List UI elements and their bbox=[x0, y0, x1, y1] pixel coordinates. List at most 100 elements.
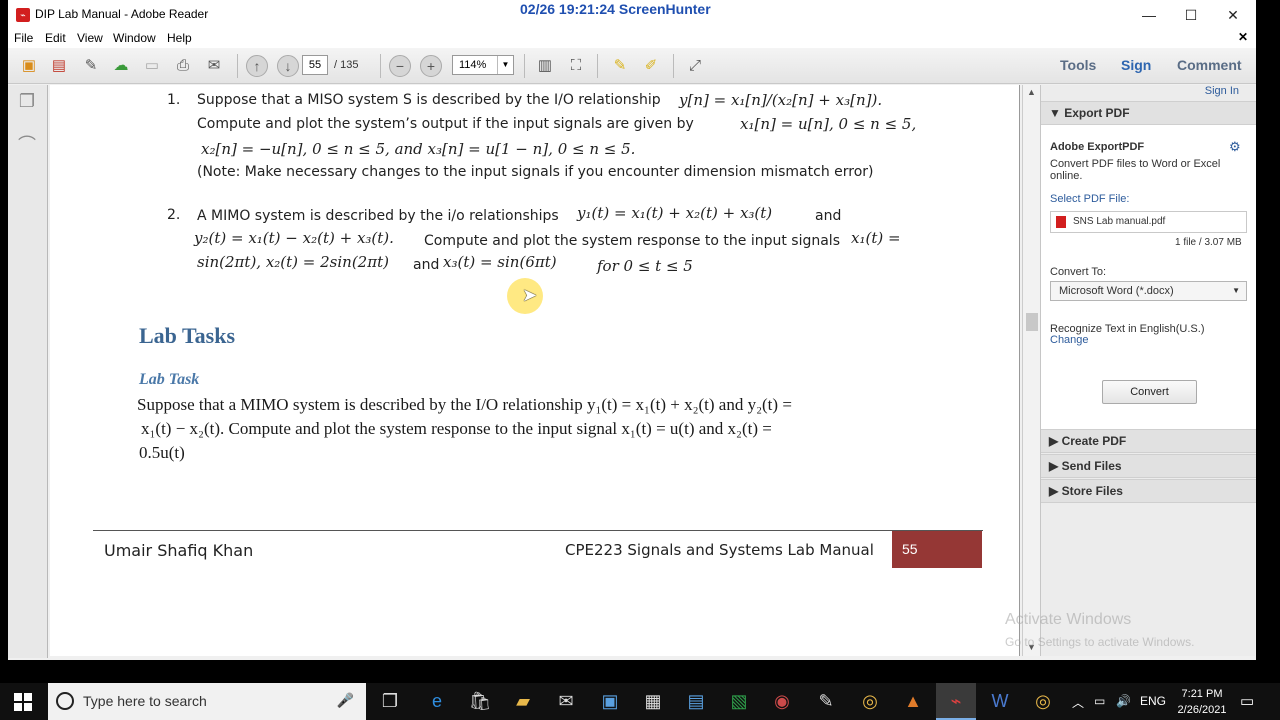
attachments-icon[interactable]: ⌒ bbox=[17, 131, 37, 155]
document-scrollbar[interactable]: ▲ ▼ bbox=[1022, 85, 1040, 656]
chevron-down-icon: ▼ bbox=[497, 56, 513, 74]
close-document-icon[interactable]: ✕ bbox=[1238, 30, 1248, 44]
clock-date: 2/26/2021 bbox=[1177, 704, 1227, 716]
item1-note: (Note: Make necessary changes to the inp… bbox=[197, 164, 874, 180]
notifications-icon[interactable]: ▭ bbox=[1240, 692, 1254, 710]
network-icon[interactable]: ▭ bbox=[1094, 694, 1105, 708]
service-info-icon[interactable]: ⚙ bbox=[1229, 139, 1241, 155]
menu-edit[interactable]: Edit bbox=[45, 31, 66, 45]
scrollbar-thumb[interactable] bbox=[1026, 313, 1038, 331]
notepad-icon[interactable]: ✎ bbox=[806, 683, 846, 720]
item2-line1-and: and bbox=[815, 208, 842, 224]
volume-icon[interactable]: 🔊 bbox=[1116, 694, 1131, 708]
document-page: 1. Suppose that a MISO system S is descr… bbox=[50, 85, 1020, 656]
item2-line2-math: y₂(t) = x₁(t) − x₂(t) + x₃(t). bbox=[194, 229, 394, 247]
zoom-out-button[interactable]: − bbox=[389, 55, 411, 77]
sign-in-link[interactable]: Sign In bbox=[1205, 85, 1239, 97]
print-icon[interactable]: ⎙ bbox=[172, 55, 194, 77]
sign-link[interactable]: Sign bbox=[1121, 57, 1151, 73]
adobe-reader-taskbar-icon[interactable]: ⌁ bbox=[936, 683, 976, 720]
task-view-icon[interactable]: ❐ bbox=[370, 683, 410, 720]
combine-files-icon[interactable]: ▤ bbox=[48, 55, 70, 77]
menu-window[interactable]: Window bbox=[113, 31, 156, 45]
show-hidden-icons[interactable]: ︿ bbox=[1072, 694, 1084, 711]
full-screen-icon[interactable]: ⤢ bbox=[684, 55, 706, 77]
item2-line3-math: sin(2πt), x₂(t) = 2sin(2πt) bbox=[197, 253, 389, 271]
search-placeholder: Type here to search bbox=[83, 693, 207, 709]
toolbar-separator bbox=[237, 54, 238, 78]
language-indicator[interactable]: ENG bbox=[1140, 694, 1166, 708]
convert-button[interactable]: Convert bbox=[1102, 380, 1197, 404]
previous-page-button[interactable]: ↑ bbox=[246, 55, 268, 77]
upload-icon[interactable]: ☁ bbox=[110, 55, 132, 77]
windows-start-icon[interactable] bbox=[14, 693, 32, 711]
email-icon[interactable]: ✉ bbox=[203, 55, 225, 77]
maximize-button[interactable]: ☐ bbox=[1176, 4, 1206, 26]
store-icon[interactable]: 🛍 bbox=[460, 683, 500, 720]
word-icon[interactable]: W bbox=[980, 683, 1020, 720]
toolbar-separator bbox=[380, 54, 381, 78]
comment-bubble-icon[interactable]: ✎ bbox=[609, 55, 631, 77]
screenhunter-overlay: 02/26 19:21:24 ScreenHunter bbox=[520, 1, 711, 17]
page-thumbnails-icon[interactable]: ❐ bbox=[17, 91, 37, 113]
create-pdf-header[interactable]: ▶ Create PDF bbox=[1041, 429, 1256, 453]
menu-view[interactable]: View bbox=[77, 31, 103, 45]
next-page-button[interactable]: ↓ bbox=[277, 55, 299, 77]
task-line2: x₁(t) − x₂(t). Compute and plot the syst… bbox=[141, 419, 772, 438]
system-clock[interactable]: 7:21 PM 2/26/2021 bbox=[1172, 686, 1232, 718]
toolbar-separator bbox=[524, 54, 525, 78]
window-title: DIP Lab Manual - Adobe Reader bbox=[35, 7, 209, 21]
page-number-input[interactable]: 55 bbox=[302, 55, 328, 75]
export-pdf-header[interactable]: ▼ Export PDF bbox=[1041, 101, 1256, 125]
zoom-in-button[interactable]: + bbox=[420, 55, 442, 77]
footer-author: Umair Shafiq Khan bbox=[104, 541, 254, 560]
item1-line1-text: Suppose that a MISO system S is describe… bbox=[197, 92, 661, 108]
menu-file[interactable]: File bbox=[14, 31, 33, 45]
edge-browser-icon[interactable]: e bbox=[417, 683, 457, 720]
minimize-button[interactable]: — bbox=[1134, 4, 1164, 26]
zoom-level-value: 114% bbox=[459, 59, 487, 71]
item2-line1-math: y₁(t) = x₁(t) + x₂(t) + x₃(t) bbox=[577, 204, 773, 222]
calculator-icon[interactable]: ▦ bbox=[633, 683, 673, 720]
export-description: Convert PDF files to Word or Excel bbox=[1050, 158, 1221, 170]
item1-line2-text: Compute and plot the system’s output if … bbox=[197, 116, 694, 132]
tools-link[interactable]: Tools bbox=[1060, 57, 1096, 73]
microphone-icon[interactable]: 🎤 bbox=[337, 692, 354, 709]
selected-file-field[interactable]: SNS Lab manual.pdf bbox=[1050, 211, 1247, 233]
close-button[interactable]: ✕ bbox=[1218, 4, 1248, 26]
convert-format-select[interactable]: Microsoft Word (*.docx) ▼ bbox=[1050, 281, 1247, 301]
file-explorer-icon[interactable]: ▰ bbox=[503, 683, 543, 720]
highlight-icon[interactable]: ✐ bbox=[640, 55, 662, 77]
clock-time: 7:21 PM bbox=[1181, 688, 1223, 700]
remote-desktop-icon[interactable]: ▣ bbox=[590, 683, 630, 720]
save-icon[interactable]: ▭ bbox=[141, 55, 163, 77]
item2-line3-math2: x₃(t) = sin(6πt) bbox=[443, 253, 557, 271]
scroll-up-icon[interactable]: ▲ bbox=[1027, 87, 1036, 97]
chrome-icon-2[interactable]: ◎ bbox=[1023, 683, 1063, 720]
convert-to-label: Convert To: bbox=[1050, 266, 1107, 278]
item2-line3-and: and bbox=[413, 257, 440, 273]
mail-icon[interactable]: ✉ bbox=[546, 683, 586, 720]
store-files-header[interactable]: ▶ Store Files bbox=[1041, 479, 1256, 503]
mouse-pointer-icon: ➤ bbox=[522, 285, 538, 305]
change-language-link[interactable]: Change bbox=[1050, 334, 1089, 346]
export-pdf-label: Export PDF bbox=[1064, 106, 1130, 120]
matlab-icon[interactable]: ▲ bbox=[893, 683, 933, 720]
send-files-header[interactable]: ▶ Send Files bbox=[1041, 454, 1256, 478]
cortana-icon bbox=[56, 692, 74, 710]
convert-format-value: Microsoft Word (*.docx) bbox=[1059, 285, 1174, 297]
zoom-level-select[interactable]: 114% ▼ bbox=[452, 55, 514, 75]
chrome-icon[interactable]: ◎ bbox=[850, 683, 890, 720]
app-icon-2[interactable]: ◉ bbox=[762, 683, 802, 720]
lab-task-subheading: Lab Task bbox=[139, 371, 200, 388]
create-pdf-icon[interactable]: ▣ bbox=[18, 55, 40, 77]
edit-pdf-icon[interactable]: ✎ bbox=[80, 55, 102, 77]
fit-page-icon[interactable]: ▥ bbox=[534, 55, 556, 77]
app-icon[interactable]: ▤ bbox=[676, 683, 716, 720]
menu-help[interactable]: Help bbox=[167, 31, 192, 45]
taskbar-search-box[interactable]: Type here to search 🎤 bbox=[48, 683, 366, 720]
fit-width-icon[interactable]: ⛶ bbox=[565, 55, 587, 77]
excel-icon[interactable]: ▧ bbox=[719, 683, 759, 720]
comment-link[interactable]: Comment bbox=[1177, 57, 1242, 73]
item1-line2-math: x₁[n] = u[n], 0 ≤ n ≤ 5, bbox=[740, 115, 917, 133]
